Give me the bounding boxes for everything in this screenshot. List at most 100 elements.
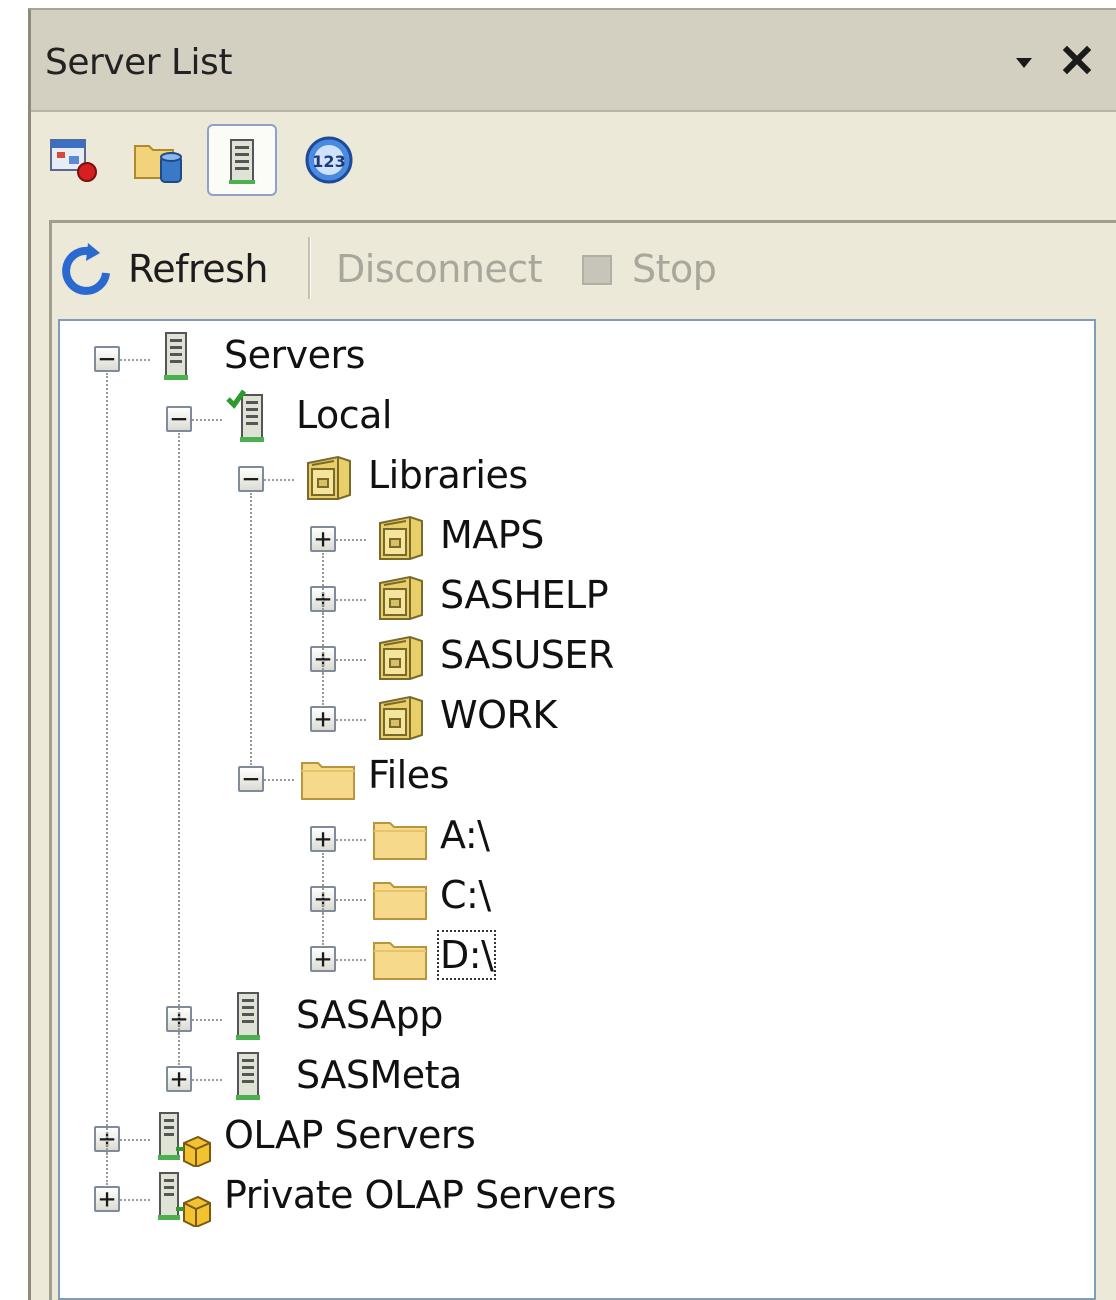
tree-node-c[interactable]: + C:\	[60, 869, 1090, 927]
tree-node-label: SASApp	[296, 993, 443, 1037]
server-connected-icon	[226, 389, 274, 449]
server-view-button[interactable]	[207, 124, 277, 196]
tree-connector	[264, 479, 294, 481]
tree-node-sasmeta[interactable]: + SASMeta	[60, 1049, 1090, 1107]
disconnect-button[interactable]: Disconnect	[334, 241, 544, 297]
library-cabinet-icon	[370, 509, 428, 569]
tree-connector	[120, 1139, 150, 1141]
tree-node-label: Libraries	[368, 453, 528, 497]
tree-connector	[264, 779, 294, 781]
tree-node-label: Local	[296, 393, 393, 437]
tree-node-local[interactable]: − Local	[60, 389, 1090, 447]
expand-icon[interactable]: +	[310, 522, 336, 555]
olap-server-icon	[154, 1109, 214, 1171]
refresh-label: Refresh	[128, 247, 269, 291]
tree-connector	[336, 839, 366, 841]
expand-icon[interactable]: +	[310, 822, 336, 855]
tree-node-sashelp[interactable]: + SASHELP	[60, 569, 1090, 627]
tree-connector	[336, 599, 366, 601]
panel-menu-dropdown-icon[interactable]	[1009, 48, 1039, 78]
tree-connector	[106, 1153, 108, 1185]
expand-icon[interactable]: +	[310, 942, 336, 975]
tree-connector	[336, 659, 366, 661]
tree-node-label: WORK	[440, 693, 557, 737]
process-flow-icon	[50, 139, 97, 182]
tree-node-label: MAPS	[440, 513, 544, 557]
refresh-button[interactable]: Refresh	[60, 241, 300, 297]
tree-node-work[interactable]: + WORK	[60, 689, 1090, 747]
tree-connector	[120, 359, 150, 361]
refresh-icon	[62, 243, 110, 295]
tree-connector	[120, 1199, 150, 1201]
tree-connector	[250, 493, 252, 765]
process-flow-view-button[interactable]	[39, 124, 109, 196]
tree-node-files[interactable]: − Files	[60, 749, 1090, 807]
tree-connector	[336, 899, 366, 901]
library-cabinet-icon	[370, 569, 428, 629]
tree-node-maps[interactable]: + MAPS	[60, 509, 1090, 567]
tree-connector	[106, 373, 108, 1185]
tree-node-a[interactable]: + A:\	[60, 809, 1090, 867]
tree-node-label: OLAP Servers	[224, 1113, 476, 1157]
command-toolbar: Refresh Disconnect Stop	[52, 223, 1116, 315]
tree-node-label: SASMeta	[296, 1053, 462, 1097]
expand-icon[interactable]: +	[94, 1182, 120, 1215]
folder-icon	[298, 749, 358, 809]
collapse-icon[interactable]: −	[238, 762, 264, 795]
task-status-icon: 123	[305, 136, 353, 184]
view-toolbar: 123	[31, 112, 1116, 212]
panel-title-bar: Server List	[31, 10, 1116, 112]
server-tree[interactable]: − Servers − Local − Libraries + MAPS + SASHELP + SA…	[58, 319, 1096, 1300]
tree-connector	[336, 539, 366, 541]
folder-icon	[370, 929, 430, 989]
collapse-icon[interactable]: −	[238, 462, 264, 495]
tree-node-sasapp[interactable]: + SASApp	[60, 989, 1090, 1047]
close-icon[interactable]	[1059, 42, 1095, 78]
server-icon	[226, 989, 270, 1049]
tree-node-label: Files	[368, 753, 449, 797]
tree-connector	[178, 1033, 180, 1065]
tree-node-private-olap-servers[interactable]: + Private OLAP Servers	[60, 1169, 1090, 1229]
svg-text:123: 123	[312, 152, 345, 171]
tree-node-servers[interactable]: − Servers	[60, 329, 1090, 387]
stop-icon	[582, 255, 612, 285]
server-icon	[229, 139, 255, 184]
server-list-panel: Server List 123 Refresh Disconnect Stop …	[28, 8, 1116, 1300]
tree-node-label: D:\	[436, 930, 497, 980]
server-icon	[154, 329, 198, 389]
expand-icon[interactable]: +	[166, 1062, 192, 1095]
tree-connector	[336, 959, 366, 961]
tree-connector	[336, 719, 366, 721]
library-cabinet-icon	[370, 629, 428, 689]
olap-server-icon	[154, 1169, 214, 1231]
tree-connector	[192, 419, 222, 421]
folder-icon	[370, 809, 430, 869]
tree-node-label: C:\	[440, 873, 491, 917]
tree-node-label: Servers	[224, 333, 365, 377]
library-cabinet-icon	[370, 689, 428, 749]
collapse-icon[interactable]: −	[94, 342, 120, 375]
disconnect-label: Disconnect	[336, 247, 543, 291]
stop-label: Stop	[632, 247, 717, 291]
toolbar-separator	[308, 237, 311, 299]
stop-button[interactable]: Stop	[576, 241, 726, 297]
tree-connector	[322, 913, 324, 945]
tree-node-d[interactable]: + D:\	[60, 929, 1090, 987]
tree-connector	[192, 1019, 222, 1021]
tree-node-label: Private OLAP Servers	[224, 1173, 616, 1217]
server-list-content: Refresh Disconnect Stop − Servers − Local − L…	[49, 220, 1116, 1300]
tree-node-label: SASHELP	[440, 573, 609, 617]
data-view-button[interactable]	[123, 124, 193, 196]
expand-icon[interactable]: +	[310, 702, 336, 735]
task-status-view-button[interactable]: 123	[293, 124, 363, 196]
tree-connector	[178, 433, 180, 1065]
tree-node-libraries[interactable]: − Libraries	[60, 449, 1090, 507]
tree-node-sasuser[interactable]: + SASUSER	[60, 629, 1090, 687]
tree-connector	[192, 1079, 222, 1081]
folder-icon	[370, 869, 430, 929]
panel-title: Server List	[45, 42, 232, 83]
collapse-icon[interactable]: −	[166, 402, 192, 435]
server-icon	[226, 1049, 270, 1109]
library-cabinet-icon	[298, 449, 356, 509]
tree-node-olap-servers[interactable]: + OLAP Servers	[60, 1109, 1090, 1169]
